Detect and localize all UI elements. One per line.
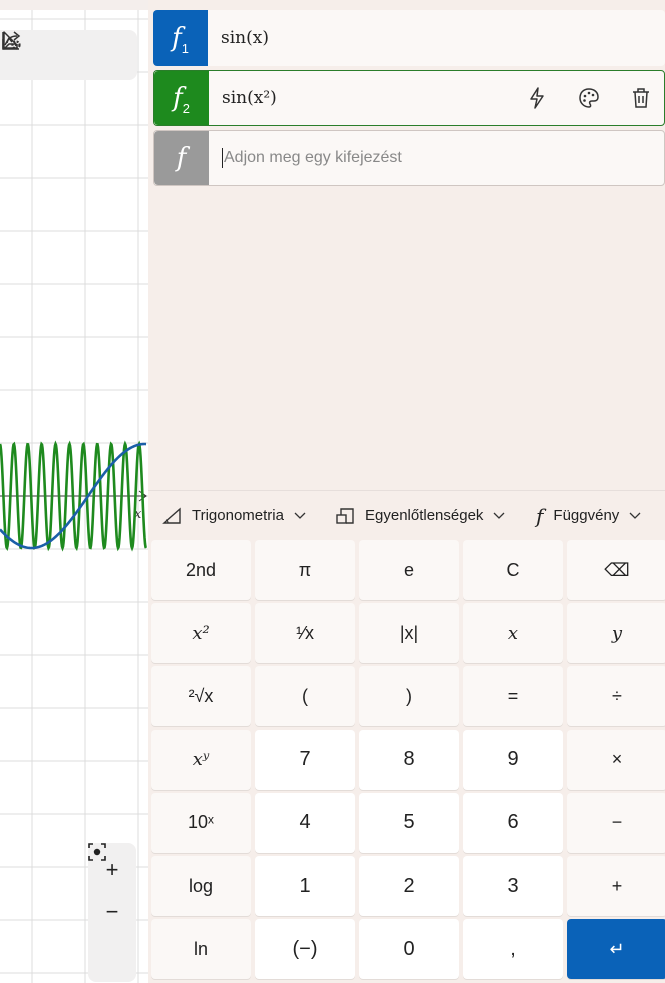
square-key[interactable]: x² <box>151 603 251 664</box>
x-variable-key[interactable]: x <box>463 603 563 664</box>
function-input-placeholder: Adjon meg egy kifejezést <box>224 149 402 166</box>
function-chip-2[interactable]: f2 <box>154 71 209 125</box>
close-paren-key[interactable]: ) <box>359 666 459 727</box>
clear-key[interactable]: C <box>463 540 563 600</box>
analyze-function-icon[interactable] <box>522 83 552 113</box>
digit-9-key[interactable]: 9 <box>463 729 563 790</box>
graphing-calculator-window: x + − f1 sin(x) f 2 sin(x²) f Adjon meg … <box>0 0 665 983</box>
graph-canvas[interactable]: x + − <box>0 10 148 983</box>
category-label: Egyenlőtlenségek <box>365 507 484 524</box>
text-caret <box>222 148 223 168</box>
category-trigonometry[interactable]: Trigonometria <box>162 491 306 540</box>
function-label: f <box>173 83 183 113</box>
category-inequalities[interactable]: Egyenlőtlenségek <box>335 491 505 540</box>
category-label: Trigonometria <box>192 507 284 524</box>
delete-icon[interactable] <box>626 83 656 113</box>
square-root-key[interactable]: ²√x <box>151 666 251 727</box>
category-function[interactable]: 𝑓 Függvény <box>536 491 641 540</box>
inequality-icon <box>335 507 355 525</box>
digit-3-key[interactable]: 3 <box>463 856 563 916</box>
backspace-key[interactable]: ⌫ <box>567 540 665 600</box>
pi-key[interactable]: π <box>255 540 355 600</box>
negate-key[interactable]: (−) <box>255 919 355 980</box>
reciprocal-key[interactable]: ¹⁄x <box>255 603 355 664</box>
function-index: 1 <box>181 40 189 56</box>
zoom-panel: + − <box>88 843 136 982</box>
minus-key[interactable]: − <box>567 792 665 853</box>
function-input[interactable]: Adjon meg egy kifejezést <box>222 131 402 185</box>
y-variable-key[interactable]: y <box>567 603 665 664</box>
graph-toolbar <box>0 30 137 80</box>
digit-6-key[interactable]: 6 <box>463 792 563 853</box>
digit-2-key[interactable]: 2 <box>359 856 459 916</box>
function-index: 2 <box>182 100 190 116</box>
palette-icon[interactable] <box>574 83 604 113</box>
function-label: f <box>176 143 187 173</box>
share-icon[interactable] <box>2 31 86 72</box>
multiply-key[interactable]: × <box>567 729 665 790</box>
zoom-out-button[interactable]: − <box>92 892 132 932</box>
open-paren-key[interactable]: ( <box>255 666 355 727</box>
keypad: 2nd π e C ⌫ x² ¹⁄x |x| x y ²√x() = ÷ xʸ 7 8 9 × 10ˣ 4 5 6− log… <box>151 540 665 983</box>
function-expression[interactable]: sin(x²) <box>222 71 277 125</box>
graph-plot: x <box>0 10 148 983</box>
function-row-1[interactable]: f1 sin(x) <box>153 10 665 66</box>
digit-8-key[interactable]: 8 <box>359 729 459 790</box>
triangle-icon <box>162 506 182 525</box>
second-function-key[interactable]: 2nd <box>151 540 251 600</box>
log-key[interactable]: log <box>151 856 251 916</box>
ln-key[interactable]: ln <box>151 919 251 980</box>
keypad-category-bar: Trigonometria Egyenlőtlenségek 𝑓 Függvén… <box>148 490 665 540</box>
digit-5-key[interactable]: 5 <box>359 792 459 853</box>
fit-view-icon[interactable] <box>88 843 132 975</box>
ten-power-key[interactable]: 10ˣ <box>151 792 251 853</box>
divide-key[interactable]: ÷ <box>567 666 665 727</box>
graph-settings-icon[interactable] <box>2 32 129 72</box>
function-row-2[interactable]: f2 sin(x²) <box>153 70 665 126</box>
absolute-value-key[interactable]: |x| <box>359 603 459 664</box>
digit-4-key[interactable]: 4 <box>255 792 355 853</box>
comma-key[interactable]: , <box>463 919 563 980</box>
digit-1-key[interactable]: 1 <box>255 856 355 916</box>
function-chip-1[interactable]: f1 <box>153 10 208 66</box>
equals-key[interactable]: = <box>463 666 563 727</box>
function-chip-new: f <box>154 131 209 185</box>
function-expression[interactable]: sin(x) <box>221 10 269 66</box>
chevron-down-icon <box>294 507 306 524</box>
power-key[interactable]: xʸ <box>151 729 251 790</box>
plus-key[interactable]: + <box>567 856 665 916</box>
digit-7-key[interactable]: 7 <box>255 729 355 790</box>
function-actions <box>522 71 656 125</box>
enter-key[interactable]: ↵ <box>567 919 665 980</box>
euler-key[interactable]: e <box>359 540 459 600</box>
digit-0-key[interactable]: 0 <box>359 919 459 980</box>
new-function-row[interactable]: f Adjon meg egy kifejezést <box>153 130 665 186</box>
chevron-down-icon <box>629 507 641 524</box>
chevron-down-icon <box>493 507 505 524</box>
function-label: f <box>172 23 182 53</box>
function-icon: 𝑓 <box>536 503 544 528</box>
category-label: Függvény <box>553 507 620 524</box>
